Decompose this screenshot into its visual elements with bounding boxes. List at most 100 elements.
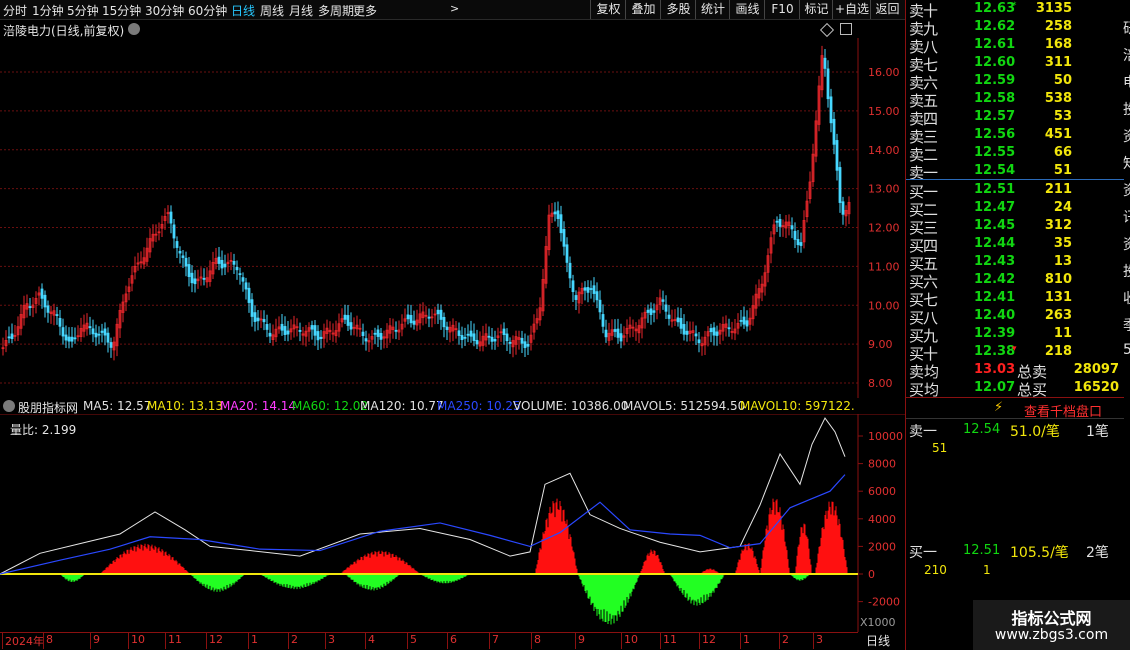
- toolbar-button[interactable]: +自选: [832, 0, 871, 19]
- date-tick: 2024年: [2, 633, 44, 649]
- orderbook-row[interactable]: 卖二 12.55 66: [906, 144, 1124, 164]
- candle-body: [244, 282, 248, 290]
- orderbook-row[interactable]: 卖八 12.61 168: [906, 36, 1124, 56]
- candle-body: [505, 333, 509, 342]
- orderbook-row[interactable]: 买四 12.44 35: [906, 235, 1124, 255]
- candle-body: [745, 320, 749, 327]
- indicator-settings-icon[interactable]: [3, 400, 15, 412]
- orderbook-row[interactable]: 买七 12.41 131: [906, 289, 1124, 309]
- candle-body: [268, 332, 272, 337]
- side-char[interactable]: 收: [1123, 288, 1130, 308]
- orderbook-row[interactable]: 卖九 12.62 258: [906, 18, 1124, 38]
- orderbook-row[interactable]: 卖四 12.57 53: [906, 108, 1124, 128]
- candle-body: [589, 288, 593, 290]
- kline-chart[interactable]: 16.00 15.00 14.00 13.00 12.00 11.00 10.00 9.00 8…: [0, 38, 905, 398]
- orderbook-row[interactable]: 卖十 12.63 3135 *: [906, 0, 1124, 20]
- tab-period[interactable]: 多周期: [318, 2, 354, 19]
- orderbook-row[interactable]: 卖七 12.60 311: [906, 54, 1124, 74]
- candle-body: [487, 335, 491, 338]
- news-side-column[interactable]: 研涪电投资知资讯资投收季5: [1123, 0, 1130, 650]
- panel-divider-2: [906, 418, 1124, 419]
- toolbar-button[interactable]: 标记: [799, 0, 833, 19]
- orderbook-row[interactable]: 卖六 12.59 50: [906, 72, 1124, 92]
- candle-body: [586, 287, 590, 293]
- window-toggle-icon[interactable]: [840, 23, 852, 35]
- candle-body: [661, 299, 665, 302]
- candle-body: [46, 305, 50, 313]
- candle-body: [256, 317, 260, 322]
- side-char[interactable]: 季: [1123, 315, 1130, 335]
- level-price: 12.57: [974, 109, 1016, 124]
- tab-period[interactable]: 5分钟: [67, 2, 99, 19]
- side-char[interactable]: 资: [1123, 126, 1130, 146]
- indicator-tick: 6000: [868, 485, 896, 498]
- tab-period[interactable]: 30分钟: [145, 2, 184, 19]
- candle-body: [649, 308, 653, 315]
- candle-body: [262, 319, 266, 323]
- tab-period[interactable]: 周线: [260, 2, 284, 19]
- level-price: 12.47: [974, 200, 1016, 215]
- side-char[interactable]: 讯: [1123, 207, 1130, 227]
- more-chevron-icon[interactable]: >: [450, 2, 459, 15]
- orderbook-row[interactable]: 卖一 12.54 51: [906, 162, 1124, 182]
- orderbook-row[interactable]: 卖三 12.56 451: [906, 126, 1124, 146]
- indicator-chart[interactable]: 10000 8000 6000 4000 2000 0 -2000: [0, 414, 905, 632]
- side-char[interactable]: 资: [1123, 180, 1130, 200]
- tab-period[interactable]: 分时: [3, 2, 27, 19]
- orderbook-row[interactable]: 买九 12.39 11: [906, 325, 1124, 345]
- orderbook-row[interactable]: 买六 12.42 810: [906, 271, 1124, 291]
- toolbar-button[interactable]: 统计: [695, 0, 730, 19]
- queue-count: 1笔: [1086, 424, 1109, 440]
- period-toolbar: 分时 1分钟 5分钟 15分钟 30分钟 60分钟 日线 周线 月线 多周期 更多 > 复权 叠加 多股 统计…: [0, 0, 905, 20]
- candle-body: [436, 309, 440, 315]
- orderbook-row[interactable]: 买二 12.47 24: [906, 199, 1124, 219]
- tab-period[interactable]: 15分钟: [102, 2, 141, 19]
- toolbar-button[interactable]: F10: [764, 0, 800, 19]
- candle-body: [796, 239, 800, 246]
- queue-price: 12.51: [963, 543, 1001, 558]
- price-tick: 12.00: [868, 222, 900, 235]
- date-tick: 3: [325, 633, 335, 649]
- candle-body: [298, 329, 302, 332]
- candle-body: [247, 287, 251, 303]
- candle-body: [838, 167, 842, 203]
- level-volume: 311: [1044, 55, 1072, 70]
- orderbook-row[interactable]: 买八 12.40 263: [906, 307, 1124, 327]
- side-char[interactable]: 投: [1123, 261, 1130, 281]
- candle-body: [556, 210, 560, 219]
- date-tick: 11: [165, 633, 182, 649]
- candle-body: [652, 310, 656, 313]
- orderbook-row[interactable]: 买五 12.43 13: [906, 253, 1124, 273]
- diamond-icon[interactable]: [819, 22, 835, 38]
- tab-period[interactable]: 日线: [231, 2, 255, 19]
- side-char[interactable]: 涪: [1123, 45, 1130, 65]
- tab-period[interactable]: 月线: [289, 2, 313, 19]
- orderbook-row[interactable]: 买一 12.51 211: [906, 181, 1124, 201]
- price-tick: 16.00: [868, 66, 900, 79]
- avg-price: 13.03: [974, 362, 1016, 377]
- side-char[interactable]: 研: [1123, 18, 1130, 38]
- toolbar-button[interactable]: 叠加: [625, 0, 661, 19]
- tab-period[interactable]: 60分钟: [188, 2, 227, 19]
- toolbar-button[interactable]: 画线: [729, 0, 765, 19]
- side-char[interactable]: 投: [1123, 99, 1130, 119]
- toolbar-button[interactable]: 复权: [590, 0, 626, 19]
- side-char[interactable]: 资: [1123, 234, 1130, 254]
- candle-body: [562, 229, 566, 247]
- price-tick: 9.00: [868, 338, 893, 351]
- date-tick: 12: [699, 633, 716, 649]
- orderbook-row[interactable]: 卖五 12.58 538: [906, 90, 1124, 110]
- side-char[interactable]: 电: [1123, 72, 1130, 92]
- tab-period[interactable]: 1分钟: [32, 2, 64, 19]
- orderbook-row[interactable]: 买三 12.45 312: [906, 217, 1124, 237]
- candle-body: [94, 332, 98, 338]
- side-char[interactable]: 知: [1123, 153, 1130, 173]
- side-char[interactable]: 5: [1123, 342, 1130, 358]
- toolbar-button[interactable]: 返回: [870, 0, 904, 19]
- orderbook-row[interactable]: 买十 12.38 218 ▾: [906, 343, 1124, 363]
- date-axis: 2024年 8 9 10 11 12 1 2 3 4 5 6 7 8 9 10 11 12 1 2 3: [0, 632, 858, 649]
- tab-period[interactable]: 更多: [353, 2, 377, 19]
- toolbar-button[interactable]: 多股: [660, 0, 696, 19]
- candle-body: [598, 299, 602, 313]
- title-dropdown-icon[interactable]: [128, 23, 140, 35]
